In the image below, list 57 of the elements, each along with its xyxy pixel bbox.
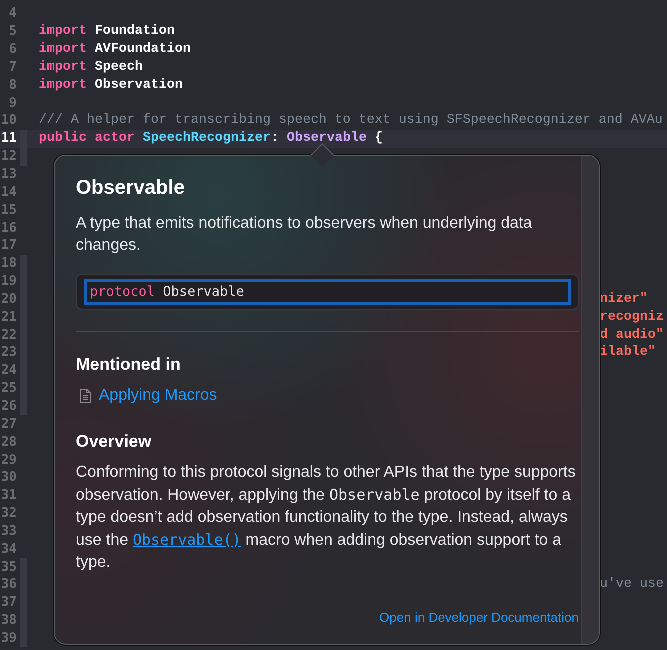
line-number: 38 (0, 613, 17, 628)
section-heading: Overview (76, 431, 153, 453)
code-fragment: nizer" (600, 292, 648, 307)
line-number: 6 (8, 42, 17, 58)
line-number: 19 (0, 274, 17, 290)
line-number: 25 (0, 381, 17, 396)
line-number: 21 (0, 310, 17, 325)
line-number: 9 (8, 96, 17, 111)
line-number: 17 (0, 238, 17, 254)
overview-paragraph: Conforming to this protocol signals to other APIs that the type supports observation. However, applying the Observable protocol by itself to a type doesn’t add observation functionality to the type. Instead, always use the Observable() macro when adding observation support to a type. (76, 463, 577, 574)
line-number: 32 (0, 506, 17, 522)
line-number: 8 (8, 78, 17, 93)
code-fragment: recogniz (600, 310, 664, 325)
line-number: 24 (0, 363, 17, 378)
code-fragment: ilable" (600, 345, 656, 360)
line-number: 23 (0, 345, 17, 360)
code-line: import Observation (39, 78, 183, 93)
line-number: 16 (0, 220, 17, 236)
code-line: import AVFoundation (39, 42, 191, 58)
line-number: 39 (0, 630, 17, 646)
line-number: 34 (0, 542, 17, 557)
open-documentation-link[interactable]: Open in Developer Documentation (380, 606, 579, 629)
line-number: 7 (8, 60, 17, 75)
line-number: 20 (0, 292, 17, 307)
line-number: 11 (0, 131, 17, 146)
line-number: 14 (0, 184, 17, 200)
line-number: 28 (0, 434, 17, 450)
line-number: 26 (0, 398, 17, 414)
line-number: 10 (0, 113, 17, 128)
line-number: 22 (0, 328, 17, 343)
line-number: 13 (0, 167, 17, 182)
line-number: 30 (0, 470, 17, 486)
code-line: /// A helper for transcribing speech to text using SFSpeechRecognizer and AVAu (39, 113, 663, 128)
line-number: 35 (0, 560, 17, 575)
line-number: 31 (0, 488, 17, 504)
code-fragment: u've use (600, 577, 664, 592)
section-heading: Mentioned in (76, 354, 182, 376)
code-line: import Speech (39, 60, 143, 75)
line-number: 37 (0, 595, 17, 610)
line-number: 15 (0, 202, 17, 218)
line-number: 5 (8, 24, 17, 40)
code-fragment: d audio" (600, 328, 664, 343)
summary-text: A type that emits notifications to observers when underlying data changes. (76, 214, 534, 256)
macro-link[interactable]: Observable() (132, 530, 242, 549)
line-number: 18 (0, 256, 17, 272)
popover-title: Observable (76, 176, 186, 201)
line-number: 27 (0, 416, 17, 432)
code-line: import Foundation (39, 24, 175, 40)
document-icon (80, 389, 91, 403)
code-line: public actor SpeechRecognizer: Observable { (39, 131, 383, 146)
line-number: 4 (8, 6, 17, 22)
declaration-code: protocol Observable (84, 279, 571, 305)
line-number: 29 (0, 452, 17, 468)
line-number: 33 (0, 524, 17, 539)
article-link[interactable]: Applying Macros (99, 385, 218, 407)
line-number: 36 (0, 577, 17, 592)
line-number: 12 (0, 149, 17, 164)
